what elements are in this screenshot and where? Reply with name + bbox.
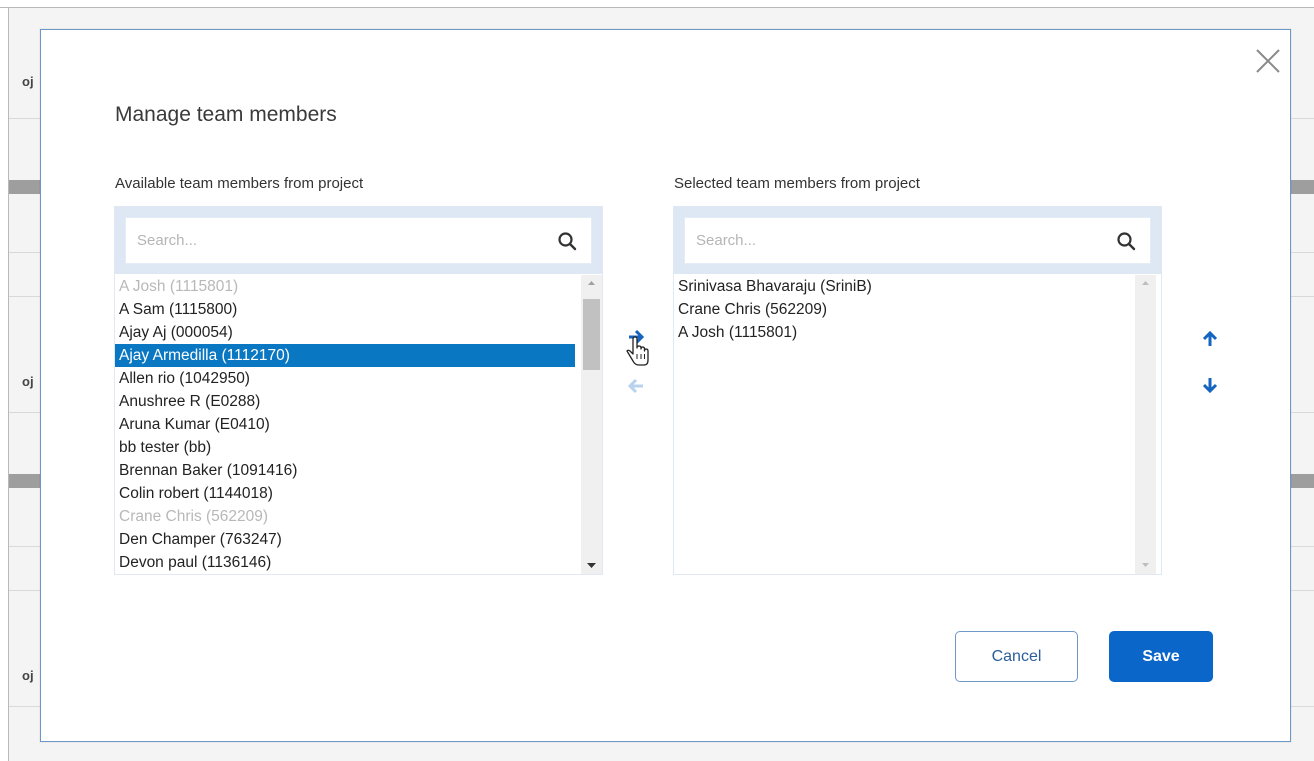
arrow-left-icon <box>627 378 643 394</box>
top-border <box>0 7 1314 8</box>
list-item[interactable]: Ajay Armedilla (1112170) <box>115 344 575 367</box>
selected-members-panel: Srinivasa Bhavaraju (SriniB)Crane Chris … <box>673 206 1162 575</box>
manage-team-dialog: Manage team members Available team membe… <box>40 29 1291 742</box>
scroll-down-arrow-icon[interactable] <box>581 557 602 574</box>
hand-cursor-icon <box>626 336 649 366</box>
search-icon[interactable] <box>557 231 577 251</box>
selected-members-list[interactable]: Srinivasa Bhavaraju (SriniB) Crane Chris … <box>674 275 1161 574</box>
scroll-up-arrow-icon[interactable] <box>1135 275 1156 292</box>
background-text: oj <box>22 74 34 89</box>
list-item[interactable]: Ajay Aj (000054) <box>115 321 575 344</box>
list-item[interactable]: Brennan Baker (1091416) <box>115 459 575 482</box>
list-item[interactable]: Crane Chris (562209) <box>115 505 575 528</box>
list-item[interactable]: A Sam (1115800) <box>115 298 575 321</box>
close-button[interactable] <box>1253 46 1283 76</box>
search-box <box>125 217 592 264</box>
selected-members-label: Selected team members from project <box>674 175 920 192</box>
background-text: oj <box>22 374 34 389</box>
search-bar <box>115 207 602 274</box>
scroll-up-arrow-icon[interactable] <box>581 275 602 292</box>
background-text: oj <box>22 668 34 683</box>
search-box <box>684 217 1151 264</box>
close-icon <box>1256 49 1280 73</box>
search-bar <box>674 207 1161 274</box>
move-left-button[interactable] <box>626 375 646 397</box>
left-border <box>8 7 9 761</box>
selected-list-scrollbar[interactable] <box>1135 275 1156 574</box>
available-list-scrollbar[interactable] <box>581 275 602 574</box>
move-down-button[interactable] <box>1200 374 1220 396</box>
list-item[interactable]: Srinivasa Bhavaraju (SriniB) <box>674 275 1129 298</box>
available-members-panel: A Josh (1115801)A Sam (1115800)Ajay Aj (… <box>114 206 603 575</box>
search-icon[interactable] <box>1116 231 1136 251</box>
list-item[interactable]: Den Champer (763247) <box>115 528 575 551</box>
list-item[interactable]: Crane Chris (562209) <box>674 298 1129 321</box>
available-members-label: Available team members from project <box>115 175 364 192</box>
list-item[interactable]: Devon paul (1136146) <box>115 551 575 574</box>
available-members-list[interactable]: A Josh (1115801) A Sam (1115800) Ajay Aj (… <box>115 275 602 574</box>
arrow-down-icon <box>1202 378 1218 394</box>
list-item[interactable]: Anushree R (E0288) <box>115 390 575 413</box>
list-item[interactable]: bb tester (bb) <box>115 436 575 459</box>
arrow-up-icon <box>1202 330 1218 346</box>
list-item[interactable]: Aruna Kumar (E0410) <box>115 413 575 436</box>
list-item[interactable]: A Josh (1115801) <box>674 321 1129 344</box>
scrollbar-thumb[interactable] <box>583 299 600 370</box>
available-search-input[interactable] <box>126 218 546 263</box>
list-item[interactable]: Allen rio (1042950) <box>115 367 575 390</box>
list-item[interactable]: A Josh (1115801) <box>115 275 575 298</box>
scroll-down-arrow-icon[interactable] <box>1135 557 1156 574</box>
move-up-button[interactable] <box>1200 328 1220 350</box>
selected-search-input[interactable] <box>685 218 1105 263</box>
list-item[interactable]: Colin robert (1144018) <box>115 482 575 505</box>
save-button[interactable]: Save <box>1109 631 1213 682</box>
dialog-title: Manage team members <box>115 103 337 126</box>
cancel-button[interactable]: Cancel <box>955 631 1078 682</box>
